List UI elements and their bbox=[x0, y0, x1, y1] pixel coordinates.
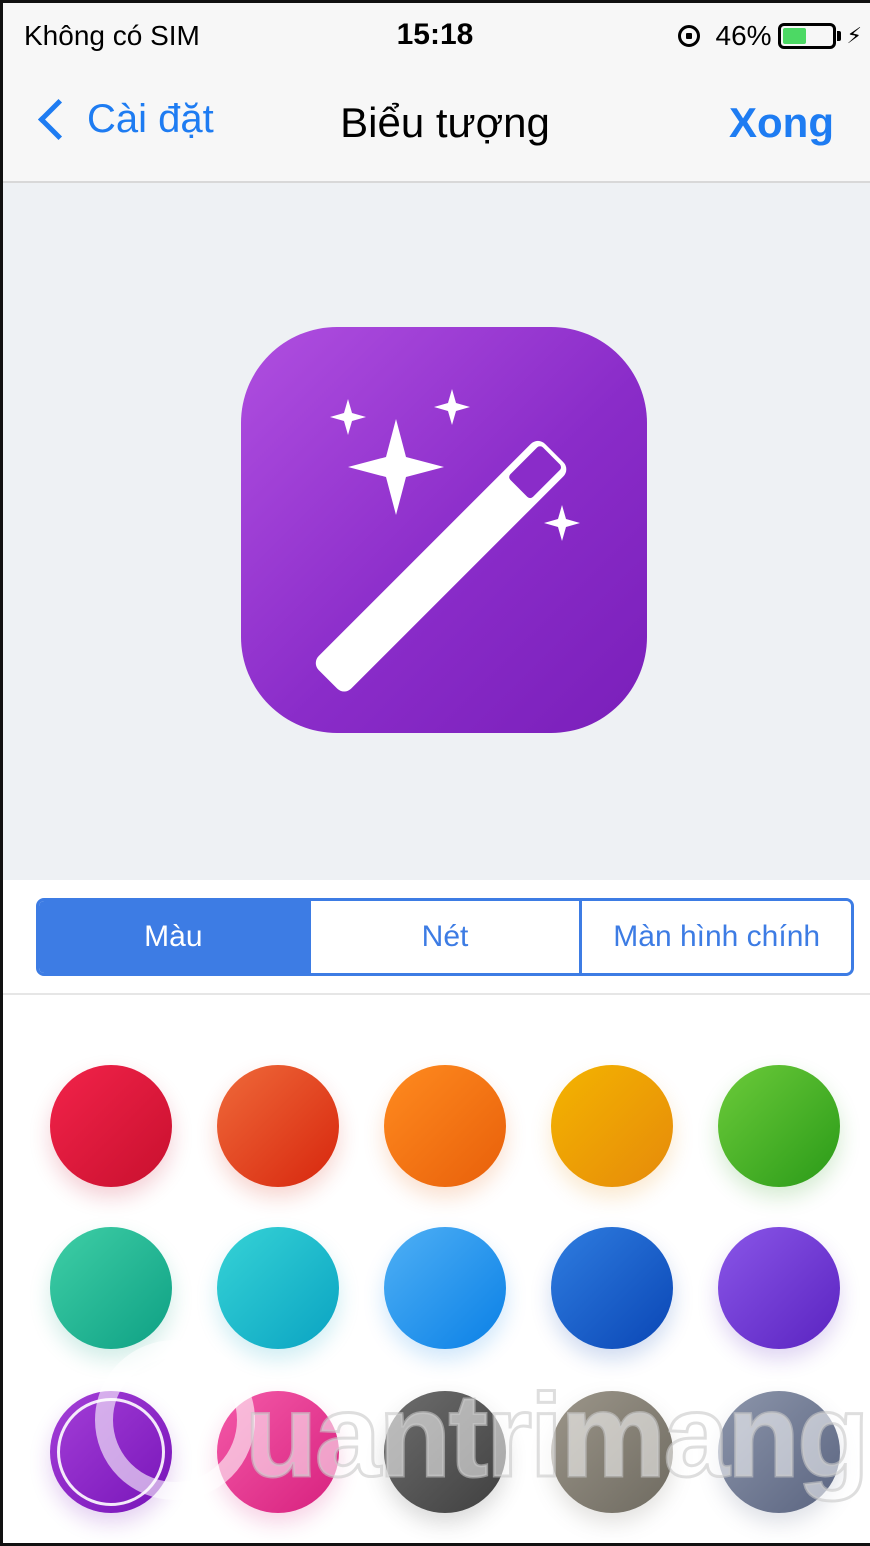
color-swatch-warm-gray[interactable] bbox=[551, 1391, 673, 1513]
segment-color[interactable]: Màu bbox=[39, 901, 308, 973]
color-swatch-cyan[interactable] bbox=[217, 1227, 339, 1349]
color-grid bbox=[0, 995, 870, 1546]
battery-tip bbox=[836, 31, 841, 41]
color-swatch-green[interactable] bbox=[718, 1065, 840, 1187]
status-indicators: 46% ⚡ bbox=[677, 20, 862, 52]
color-swatch-blue[interactable] bbox=[551, 1227, 673, 1349]
magic-wand-icon bbox=[315, 389, 580, 692]
color-swatch-dark-gray[interactable] bbox=[384, 1391, 506, 1513]
color-swatch-purple[interactable] bbox=[50, 1391, 172, 1513]
color-swatch-red[interactable] bbox=[50, 1065, 172, 1187]
done-button[interactable]: Xong bbox=[729, 99, 834, 147]
icon-preview-area bbox=[0, 183, 870, 880]
color-swatch-pink[interactable] bbox=[217, 1391, 339, 1513]
color-swatch-yellow[interactable] bbox=[551, 1065, 673, 1187]
color-swatch-slate[interactable] bbox=[718, 1391, 840, 1513]
battery-percent: 46% bbox=[715, 20, 772, 51]
app-icon-preview bbox=[241, 327, 647, 733]
charging-icon: ⚡ bbox=[846, 23, 862, 48]
orientation-lock-icon bbox=[677, 25, 700, 47]
color-swatch-indigo[interactable] bbox=[718, 1227, 840, 1349]
status-bar: Không có SIM 15:18 46% ⚡ bbox=[0, 0, 870, 75]
segmented-control-area: Màu Nét Màn hình chính bbox=[0, 880, 870, 995]
segmented-control: Màu Nét Màn hình chính bbox=[36, 898, 854, 976]
color-swatch-orange[interactable] bbox=[384, 1065, 506, 1187]
color-swatch-teal[interactable] bbox=[50, 1227, 172, 1349]
color-swatch-light-blue[interactable] bbox=[384, 1227, 506, 1349]
navigation-bar: Cài đặt Biểu tượng Xong bbox=[0, 75, 870, 183]
segment-home-screen[interactable]: Màn hình chính bbox=[579, 901, 851, 973]
battery-fill bbox=[782, 28, 807, 44]
battery-icon bbox=[777, 23, 836, 49]
segment-stroke[interactable]: Nét bbox=[307, 901, 580, 973]
color-swatch-red-orange[interactable] bbox=[217, 1065, 339, 1187]
